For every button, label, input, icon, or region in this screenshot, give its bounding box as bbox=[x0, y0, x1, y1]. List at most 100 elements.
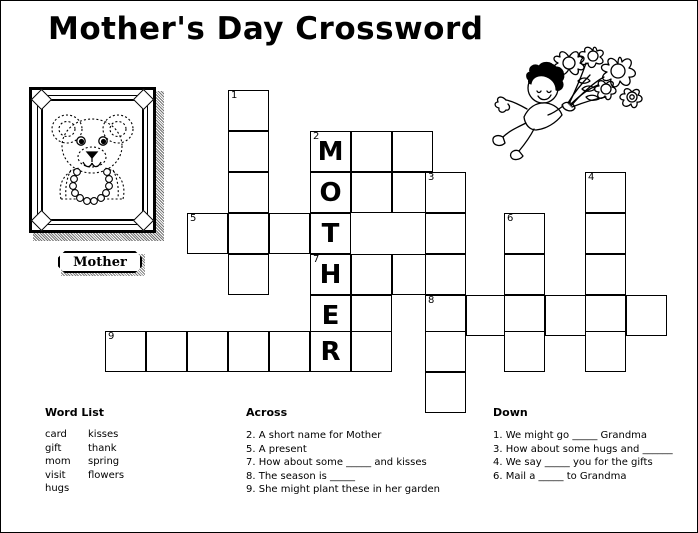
word-list-item: flowers bbox=[88, 469, 125, 481]
cell-r5-c8[interactable] bbox=[545, 295, 586, 336]
cell-r3-c1b[interactable] bbox=[269, 213, 310, 254]
teddy-bear-icon bbox=[51, 114, 134, 205]
nameplate: Mother bbox=[58, 251, 145, 276]
cell-r6-c1b[interactable] bbox=[269, 331, 310, 372]
clue-text: We say _____ you for the gifts bbox=[505, 457, 653, 468]
cell-r2-c3[interactable] bbox=[351, 172, 392, 213]
cell-r4-c1[interactable] bbox=[228, 254, 269, 295]
cell-r6-c2[interactable]: R bbox=[310, 331, 351, 372]
cell-r4-c5[interactable] bbox=[425, 254, 466, 295]
cell-letter: T bbox=[321, 218, 340, 249]
cell-r5-c10[interactable] bbox=[626, 295, 667, 336]
word-list-column-2: kisses thank spring flowers bbox=[88, 428, 124, 496]
cell-r6-c0b[interactable] bbox=[146, 331, 187, 372]
clue-number: 5. bbox=[246, 443, 256, 455]
cell-r4-c2[interactable]: 7H bbox=[310, 254, 351, 295]
clue-text: She might plant these in her garden bbox=[258, 484, 441, 495]
clue-item: 5. A present bbox=[246, 443, 440, 457]
cell-r1-c4[interactable] bbox=[392, 131, 433, 172]
cell-letter: O bbox=[319, 177, 342, 208]
clue-text: We might go _____ Grandma bbox=[505, 430, 648, 441]
cell-r6-c3[interactable] bbox=[351, 331, 392, 372]
word-list-item: gift bbox=[45, 442, 62, 454]
cell-r3-c2[interactable]: T bbox=[310, 213, 351, 254]
word-list-item: hugs bbox=[45, 483, 70, 494]
cell-r1-c1[interactable] bbox=[228, 131, 269, 172]
cell-r6-c7[interactable] bbox=[504, 331, 545, 372]
cell-r6-c1[interactable] bbox=[228, 331, 269, 372]
clue-number: 9. bbox=[246, 484, 256, 495]
picture-frame bbox=[29, 87, 164, 241]
child-with-flowers-icon bbox=[492, 46, 643, 161]
cell-r1-c2[interactable]: 2M bbox=[310, 131, 351, 172]
cell-r6-c9[interactable] bbox=[585, 331, 626, 372]
clue-item: 9. She might plant these in her garden bbox=[246, 483, 440, 497]
clue-item: 3. How about some hugs and ______ bbox=[493, 443, 673, 457]
cell-r5-c2[interactable]: E bbox=[310, 295, 351, 336]
clue-item: 4. We say _____ you for the gifts bbox=[493, 456, 673, 470]
clue-number: 8. bbox=[246, 470, 256, 482]
word-list-item: spring bbox=[88, 456, 120, 467]
cell-r4-c7[interactable] bbox=[504, 254, 545, 295]
across-clues: 2. A short name for Mother 5. A present 7.… bbox=[246, 429, 440, 497]
cell-r1-c3[interactable] bbox=[351, 131, 392, 172]
cell-number: 3 bbox=[428, 172, 435, 183]
word-list-item: card bbox=[45, 429, 67, 440]
clue-item: 1. We might go _____ Grandma bbox=[493, 429, 673, 443]
cell-r5-c6[interactable] bbox=[466, 295, 507, 336]
cell-r6-c0[interactable]: 9 bbox=[105, 331, 146, 372]
clue-item: 6. Mail a _____ to Grandma bbox=[493, 470, 673, 484]
clue-text: The season is _____ bbox=[258, 470, 356, 482]
word-list-item: mom bbox=[45, 456, 71, 467]
word-list-item: visit bbox=[45, 469, 66, 481]
word-list-column-1: card gift mom visit hugs bbox=[45, 428, 88, 496]
clue-number: 7. bbox=[246, 457, 256, 468]
cell-r3-c9[interactable] bbox=[585, 213, 626, 254]
cell-number: 4 bbox=[588, 172, 595, 183]
cell-r2-c1[interactable] bbox=[228, 172, 269, 213]
down-clues: 1. We might go _____ Grandma 3. How about… bbox=[493, 429, 673, 483]
cell-r6-c0c[interactable] bbox=[187, 331, 228, 372]
cell-number: 8 bbox=[428, 295, 435, 306]
word-list-heading: Word List bbox=[45, 406, 105, 419]
clue-number: 6. bbox=[493, 470, 503, 482]
cell-r6-c5[interactable] bbox=[425, 331, 466, 372]
clue-text: A short name for Mother bbox=[258, 430, 382, 441]
cell-number: 9 bbox=[108, 331, 115, 342]
cell-r7-c5[interactable] bbox=[425, 372, 466, 413]
clue-text: Mail a _____ to Grandma bbox=[505, 470, 627, 482]
cell-r3-c7[interactable]: 6 bbox=[504, 213, 545, 254]
cell-letter: E bbox=[321, 300, 340, 331]
cell-number: 1 bbox=[231, 90, 238, 101]
cell-r3-c0[interactable]: 5 bbox=[187, 213, 228, 254]
word-list-item: kisses bbox=[88, 429, 119, 440]
clue-number: 3. bbox=[493, 443, 503, 455]
cell-number: 5 bbox=[190, 213, 197, 224]
cell-r2-c5[interactable]: 3 bbox=[425, 172, 466, 213]
across-heading: Across bbox=[246, 406, 288, 419]
cell-r2-c9[interactable]: 4 bbox=[585, 172, 626, 213]
cell-r5-c7[interactable] bbox=[504, 295, 545, 336]
cell-r4-c9[interactable] bbox=[585, 254, 626, 295]
cell-r0-c1[interactable]: 1 bbox=[228, 90, 269, 131]
clue-number: 2. bbox=[246, 430, 256, 441]
cell-number: 6 bbox=[507, 213, 514, 224]
cell-r5-c5[interactable]: 8 bbox=[425, 295, 466, 336]
cell-letter: M bbox=[317, 136, 344, 167]
cell-r5-c9[interactable] bbox=[585, 295, 626, 336]
down-heading: Down bbox=[493, 406, 528, 419]
word-list-item: thank bbox=[88, 442, 117, 454]
cell-r3-c5[interactable] bbox=[425, 213, 466, 254]
clue-item: 7. How about some _____ and kisses bbox=[246, 456, 440, 470]
clue-text: How about some hugs and ______ bbox=[505, 443, 673, 455]
page-title: Mother's Day Crossword bbox=[48, 11, 484, 47]
cell-letter: R bbox=[320, 336, 341, 367]
cell-r5-c3[interactable] bbox=[351, 295, 392, 336]
word-list: card gift mom visit hugs kisses thank spring fl… bbox=[45, 428, 124, 496]
clue-number: 4. bbox=[493, 457, 503, 468]
cell-r3-c1[interactable] bbox=[228, 213, 269, 254]
cell-r4-c3[interactable] bbox=[351, 254, 392, 295]
clue-text: A present bbox=[258, 443, 307, 455]
cell-r2-c2[interactable]: O bbox=[310, 172, 351, 213]
clue-item: 2. A short name for Mother bbox=[246, 429, 440, 443]
